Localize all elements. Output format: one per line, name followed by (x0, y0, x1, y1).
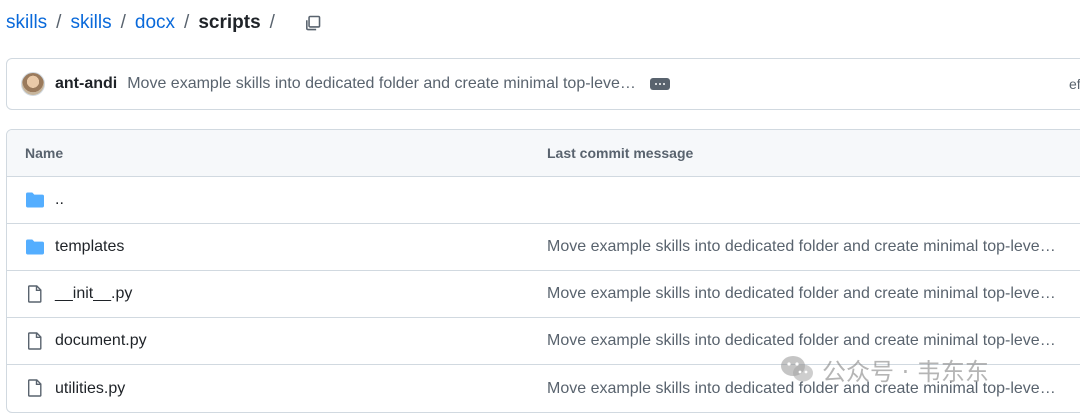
ellipsis-dot-icon (662, 83, 665, 85)
expand-commit-message-button[interactable] (649, 78, 670, 90)
breadcrumb-separator: / (56, 12, 62, 33)
ellipsis-dot-icon (658, 83, 661, 85)
latest-commit-bar: ant-andi Move example skills into dedica… (6, 58, 1080, 110)
file-icon (28, 332, 42, 350)
breadcrumb-link-skills[interactable]: skills (70, 12, 111, 34)
folder-icon (26, 239, 44, 255)
copy-path-button[interactable] (302, 12, 324, 34)
avatar[interactable] (21, 72, 45, 96)
table-row-parent-dir[interactable]: .. (7, 177, 1080, 224)
breadcrumb-separator: / (120, 12, 126, 33)
breadcrumb: skills / skills / docx / scripts / (6, 8, 324, 38)
breadcrumb-separator: / (184, 12, 190, 33)
table-header: Name Last commit message (7, 130, 1080, 177)
file-name-link[interactable]: __init__.py (55, 285, 132, 303)
commit-hash-link[interactable]: ef (1069, 76, 1080, 92)
commit-message-link[interactable]: Move example skills into dedicated folde… (127, 75, 636, 93)
table-row[interactable]: __init__.py Move example skills into ded… (7, 271, 1080, 318)
commit-message-link[interactable]: Move example skills into dedicated folde… (547, 285, 1056, 303)
breadcrumb-link-docx[interactable]: docx (135, 12, 175, 34)
breadcrumb-link-skills-root[interactable]: skills (6, 12, 47, 34)
commit-message-link[interactable]: Move example skills into dedicated folde… (547, 332, 1056, 350)
commit-author-link[interactable]: ant-andi (55, 75, 117, 93)
file-name-link[interactable]: utilities.py (55, 380, 125, 398)
copy-icon (305, 15, 321, 31)
table-row[interactable]: templates Move example skills into dedic… (7, 224, 1080, 271)
column-header-last-commit: Last commit message (547, 145, 694, 161)
file-icon (28, 285, 42, 303)
file-name-link[interactable]: .. (55, 191, 64, 209)
wechat-icon (781, 356, 813, 382)
watermark-text: 公众号 · 韦东东 (822, 357, 989, 386)
file-icon (28, 379, 42, 397)
commit-message-link[interactable]: Move example skills into dedicated folde… (547, 238, 1056, 256)
breadcrumb-current-scripts: scripts (198, 12, 261, 33)
breadcrumb-separator: / (269, 12, 275, 33)
ellipsis-dot-icon (654, 83, 657, 85)
column-header-name: Name (25, 145, 64, 161)
file-name-link[interactable]: document.py (55, 332, 147, 350)
file-name-link[interactable]: templates (55, 238, 124, 256)
folder-icon (26, 192, 44, 208)
watermark: 公众号 · 韦东东 (780, 352, 989, 386)
